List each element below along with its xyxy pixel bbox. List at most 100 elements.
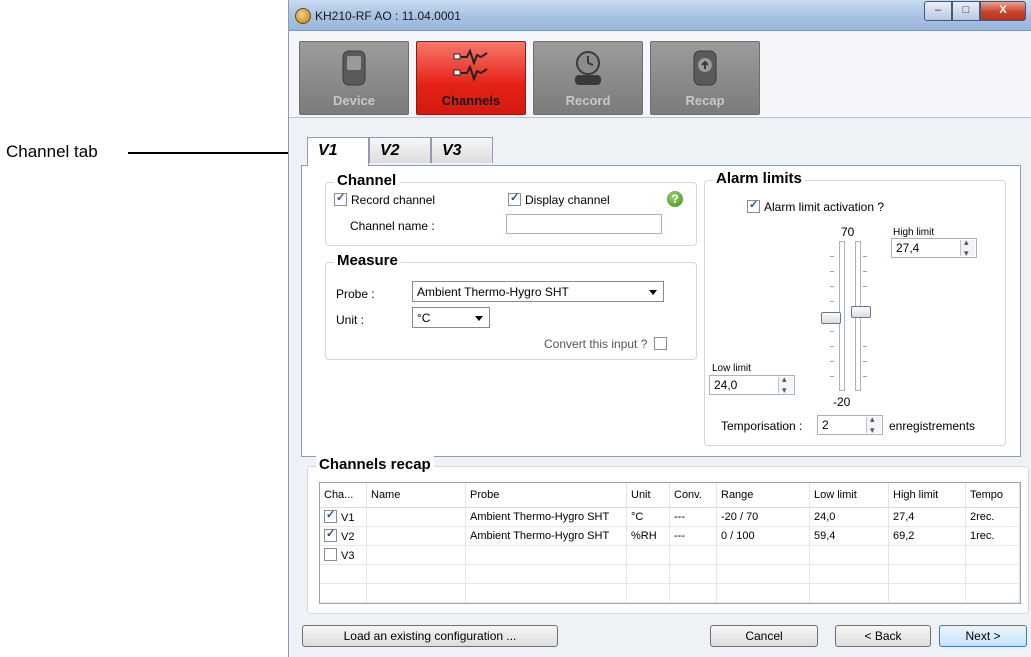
convert-input-option[interactable]: Convert this input ? (544, 337, 671, 351)
row-v1-checkbox[interactable] (324, 508, 337, 523)
alarm-group: Alarm limits Alarm limit activation ? 70… (704, 170, 1006, 446)
row-unit: °C (626, 507, 670, 527)
alarm-activation-option[interactable]: Alarm limit activation ? (747, 198, 885, 214)
unit-select-value: °C (417, 311, 431, 325)
toolbar-record-button[interactable]: Record (533, 41, 643, 115)
record-channel-checkbox[interactable] (334, 191, 347, 206)
low-limit-spinner[interactable] (778, 374, 793, 396)
window-title: KH210-RF AO : 11.04.0001 (315, 9, 461, 23)
record-icon (575, 51, 601, 85)
low-limit-input[interactable]: 24,0 (709, 374, 795, 396)
table-row[interactable]: V3 (320, 545, 1020, 565)
channel-name-input[interactable] (506, 214, 662, 234)
row-v3-checkbox[interactable] (324, 548, 337, 561)
slider-tick (863, 286, 867, 287)
tab-v2[interactable]: V2 (369, 137, 431, 163)
close-button[interactable]: X (980, 1, 1026, 21)
slider-tick (830, 361, 834, 362)
minimize-button[interactable]: – (924, 1, 952, 21)
col-high-limit[interactable]: High limit (888, 483, 966, 508)
toolbar-channels-button[interactable]: Channels (416, 41, 526, 115)
channels-icon (453, 48, 488, 82)
scale-max-label: 70 (841, 225, 855, 239)
display-channel-option[interactable]: Display channel (508, 191, 610, 207)
high-limit-label: High limit (893, 227, 935, 238)
maximize-button[interactable]: □ (952, 1, 980, 21)
tab-v3[interactable]: V3 (431, 137, 493, 163)
measure-group-title: Measure (334, 252, 401, 269)
col-low-limit[interactable]: Low limit (809, 483, 889, 508)
convert-input-checkbox[interactable] (653, 337, 667, 350)
row-low: 24,0 (809, 507, 889, 527)
temporisation-input[interactable]: 2 (817, 414, 883, 436)
unit-label: Unit : (336, 313, 365, 327)
col-conv[interactable]: Conv. (669, 483, 717, 508)
temporisation-spinner[interactable] (866, 414, 881, 436)
row-range (716, 545, 810, 565)
tab-v1[interactable]: V1 (307, 137, 369, 166)
chevron-down-icon (475, 316, 483, 321)
app-window: KH210-RF AO : 11.04.0001 – □ X Device Ch… (288, 0, 1031, 657)
display-channel-checkbox[interactable] (508, 191, 521, 206)
record-channel-option[interactable]: Record channel (334, 191, 435, 207)
annotation-line (128, 152, 292, 154)
empty-row (320, 583, 1020, 603)
convert-input-label: Convert this input ? (544, 337, 648, 351)
back-button[interactable]: < Back (835, 625, 931, 647)
col-probe[interactable]: Probe (465, 483, 627, 508)
toolbar-device-button[interactable]: Device (299, 41, 409, 115)
recap-group-title: Channels recap (316, 456, 434, 473)
temporisation-unit: enregistrements (889, 419, 976, 433)
slider-tick (830, 376, 834, 377)
alarm-group-title: Alarm limits (713, 170, 805, 187)
row-v2-checkbox[interactable] (324, 527, 337, 542)
scale-min-label: -20 (833, 395, 851, 409)
slider-tick (830, 286, 834, 287)
low-limit-slider-thumb[interactable] (821, 312, 841, 324)
annotation-label: Channel tab (6, 142, 98, 161)
window-controls: – □ X (924, 1, 1026, 21)
empty-row (320, 564, 1020, 584)
toolbar-device-label: Device (333, 93, 375, 108)
row-tempo: 1rec. (965, 526, 1020, 546)
col-range[interactable]: Range (716, 483, 810, 508)
toolbar-recap-button[interactable]: Recap (650, 41, 760, 115)
high-limit-input[interactable]: 27,4 (891, 237, 977, 259)
alarm-activation-checkbox[interactable] (747, 198, 760, 213)
col-name[interactable]: Name (366, 483, 466, 508)
probe-select[interactable]: Ambient Thermo-Hygro SHT (412, 281, 664, 302)
high-limit-spinner[interactable] (960, 237, 975, 259)
low-limit-value: 24,0 (714, 378, 738, 392)
next-button[interactable]: Next > (939, 625, 1027, 647)
channel-name-label: Channel name : (350, 219, 435, 233)
high-limit-slider-thumb[interactable] (851, 306, 871, 318)
slider-tick (863, 271, 867, 272)
row-channel: V2 (341, 531, 355, 543)
col-channel[interactable]: Cha... (320, 483, 367, 508)
slider-tick (863, 346, 867, 347)
recap-icon (693, 50, 717, 86)
row-high: 69,2 (888, 526, 966, 546)
high-limit-value: 27,4 (896, 241, 920, 255)
table-row[interactable]: V2 Ambient Thermo-Hygro SHT %RH --- 0 / … (320, 526, 1020, 546)
row-high: 27,4 (888, 507, 966, 527)
row-channel-cell: V1 (320, 507, 367, 527)
row-tempo (965, 545, 1020, 565)
cancel-button[interactable]: Cancel (710, 625, 818, 647)
slider-tick (830, 301, 834, 302)
slider-tick (830, 256, 834, 257)
col-tempo[interactable]: Tempo (965, 483, 1020, 508)
unit-select[interactable]: °C (412, 307, 490, 328)
probe-select-value: Ambient Thermo-Hygro SHT (417, 285, 569, 299)
slider-tick (830, 346, 834, 347)
load-configuration-button[interactable]: Load an existing configuration ... (302, 625, 558, 647)
help-icon[interactable]: ? (667, 191, 683, 207)
recap-table[interactable]: Cha... Name Probe Unit Conv. Range Low l… (319, 482, 1021, 604)
col-unit[interactable]: Unit (626, 483, 670, 508)
display-channel-label: Display channel (525, 193, 610, 207)
table-row[interactable]: V1 Ambient Thermo-Hygro SHT °C --- -20 /… (320, 507, 1020, 527)
measure-group: Measure Probe : Ambient Thermo-Hygro SHT… (325, 252, 697, 360)
device-icon (342, 50, 366, 86)
row-channel: V3 (341, 550, 355, 562)
alarm-activation-label: Alarm limit activation ? (764, 200, 885, 214)
